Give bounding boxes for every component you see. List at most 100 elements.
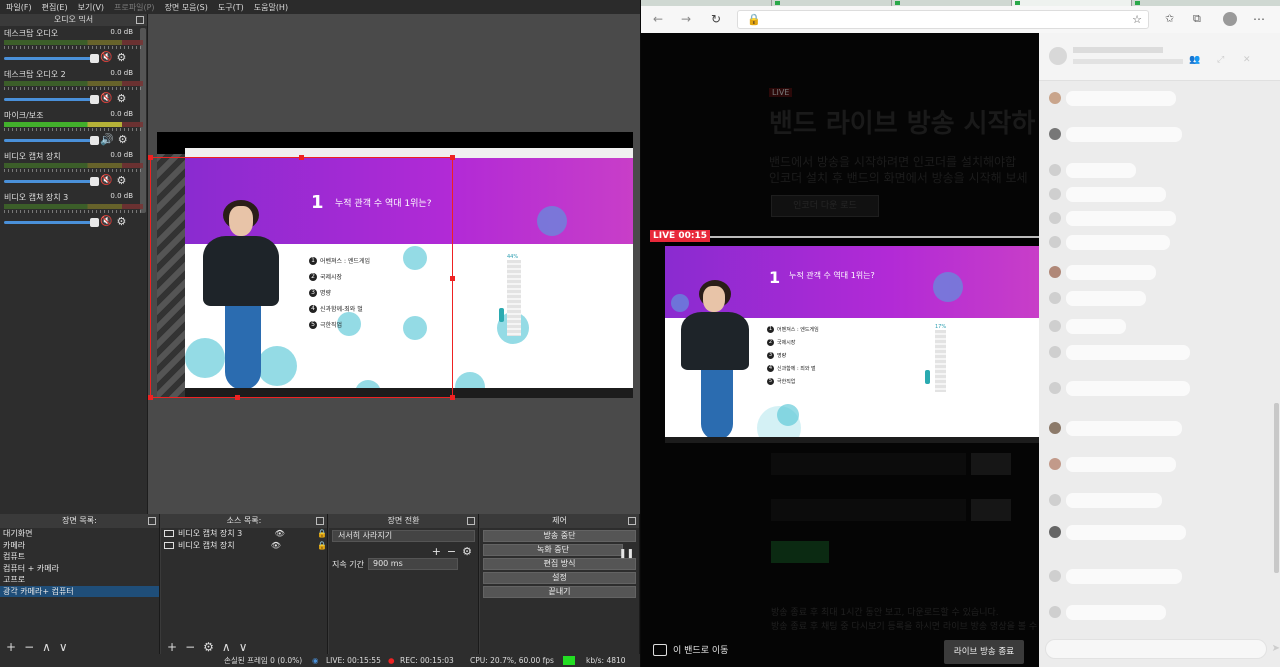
speaker-icon[interactable]: 🔊: [100, 134, 114, 145]
pause-icon[interactable]: ❚❚: [619, 549, 634, 559]
profile-avatar[interactable]: [1223, 12, 1237, 26]
settings-button[interactable]: 설정: [483, 572, 636, 584]
resize-handle[interactable]: [450, 395, 455, 400]
live-stream-video[interactable]: 1 누적 관객 수 역대 1위는? 1 어벤져스 : 엔드게임 2 국제시장 3 명량…: [665, 236, 1039, 443]
add-icon[interactable]: +: [167, 640, 177, 654]
scene-item-active[interactable]: 광각 카메라+ 컴퓨터: [0, 585, 159, 597]
back-icon[interactable]: ←: [653, 12, 663, 26]
float-dock-icon[interactable]: [467, 517, 475, 525]
chat-input[interactable]: ➤: [1045, 639, 1280, 659]
favorites-icon[interactable]: ✩: [1165, 12, 1174, 25]
slider-knob[interactable]: [90, 135, 99, 145]
collections-icon[interactable]: ⧉: [1193, 12, 1201, 26]
resize-handle[interactable]: [148, 155, 153, 160]
menu-view[interactable]: 보기(V): [78, 2, 104, 13]
visibility-eye-icon[interactable]: 👁: [271, 541, 281, 550]
copy-button[interactable]: [971, 453, 1011, 475]
float-dock-icon[interactable]: [136, 16, 144, 24]
scene-item[interactable]: 컴퓨터 + 카메라: [0, 563, 159, 575]
stop-streaming-button[interactable]: 방송 중단: [483, 530, 636, 542]
stream-key-field[interactable]: [771, 499, 966, 521]
resize-handle[interactable]: [299, 155, 304, 160]
slider-knob[interactable]: [90, 53, 99, 63]
address-bar[interactable]: 🔒 ☆: [737, 10, 1149, 29]
expand-icon[interactable]: ⤢: [1217, 55, 1224, 65]
slider-knob[interactable]: [90, 176, 99, 186]
more-menu-icon[interactable]: ⋯: [1253, 12, 1265, 26]
scene-item[interactable]: 카메라: [0, 540, 159, 552]
go-to-band-link[interactable]: 이 밴드로 이동: [653, 643, 728, 656]
favorite-star-icon[interactable]: ☆: [1132, 13, 1142, 26]
gear-icon[interactable]: ⚙: [116, 93, 126, 104]
favicon: [775, 1, 780, 5]
selection-box[interactable]: [148, 155, 455, 400]
avatar: [1049, 236, 1061, 248]
menu-edit[interactable]: 편집(E): [42, 2, 68, 13]
source-item[interactable]: 비디오 캡쳐 장치 3 👁 🔒: [161, 528, 327, 540]
remove-icon[interactable]: −: [24, 640, 34, 654]
volume-slider[interactable]: [4, 217, 99, 227]
gear-icon[interactable]: ⚙: [118, 134, 128, 145]
lock-icon[interactable]: 🔒: [317, 541, 327, 550]
lock-icon[interactable]: 🔒: [317, 529, 327, 538]
resize-handle[interactable]: [450, 276, 455, 281]
remove-icon[interactable]: −: [447, 545, 456, 558]
send-icon[interactable]: ➤: [1272, 643, 1280, 654]
menu-help[interactable]: 도움말(H): [254, 2, 288, 13]
visibility-eye-icon[interactable]: 👁: [275, 529, 285, 538]
slider-knob[interactable]: [90, 217, 99, 227]
menu-file[interactable]: 파일(F): [6, 2, 32, 13]
move-up-icon[interactable]: ∧: [42, 640, 51, 654]
float-dock-icon[interactable]: [148, 517, 156, 525]
gear-icon[interactable]: ⚙: [116, 216, 126, 227]
volume-slider[interactable]: [4, 135, 99, 145]
menu-profile[interactable]: 프로파일(P): [114, 2, 155, 13]
resize-handle[interactable]: [450, 155, 455, 160]
stream-url-field[interactable]: [771, 453, 966, 475]
confirm-button[interactable]: [771, 541, 829, 563]
users-icon[interactable]: 👥: [1189, 55, 1200, 65]
volume-slider[interactable]: [4, 176, 99, 186]
add-icon[interactable]: +: [6, 640, 16, 654]
transition-select[interactable]: 서서히 사라지기: [332, 530, 475, 542]
resize-handle[interactable]: [148, 395, 153, 400]
float-dock-icon[interactable]: [316, 517, 324, 525]
menu-tools[interactable]: 도구(T): [218, 2, 244, 13]
exit-button[interactable]: 끝내기: [483, 586, 636, 598]
forward-icon[interactable]: →: [681, 12, 691, 26]
add-icon[interactable]: +: [432, 545, 441, 558]
source-label: 비디오 캡쳐 장치 3: [178, 529, 243, 539]
scene-item[interactable]: 고프로: [0, 574, 159, 586]
float-dock-icon[interactable]: [628, 517, 636, 525]
scene-item[interactable]: 컴퓨트: [0, 551, 159, 563]
menu-scene-collection[interactable]: 장면 모음(S): [165, 2, 208, 13]
close-icon[interactable]: ✕: [1243, 55, 1251, 65]
slider-knob[interactable]: [90, 94, 99, 104]
duration-input[interactable]: 900 ms: [367, 558, 458, 570]
gear-icon[interactable]: ⚙: [116, 52, 126, 63]
source-item[interactable]: 비디오 캡쳐 장치 👁 🔒: [161, 540, 327, 552]
volume-slider[interactable]: [4, 94, 99, 104]
chat-scrollbar[interactable]: [1274, 403, 1279, 573]
muted-speaker-icon[interactable]: 🔇: [100, 53, 112, 63]
move-down-icon[interactable]: ∨: [239, 640, 248, 654]
encoder-download-button[interactable]: 인코더 다운 로드: [771, 195, 879, 217]
end-live-button[interactable]: 라이브 방송 종료: [944, 640, 1024, 664]
gear-icon[interactable]: ⚙: [116, 175, 126, 186]
muted-speaker-icon[interactable]: 🔇: [100, 94, 112, 104]
muted-speaker-icon[interactable]: 🔇: [100, 217, 112, 227]
gear-icon[interactable]: ⚙: [203, 640, 214, 654]
scene-item[interactable]: 대기화면: [0, 528, 159, 540]
copy-button[interactable]: [971, 499, 1011, 521]
resize-handle[interactable]: [235, 395, 240, 400]
muted-speaker-icon[interactable]: 🔇: [100, 176, 112, 186]
remove-icon[interactable]: −: [185, 640, 195, 654]
stop-recording-button[interactable]: 녹화 중단: [483, 544, 623, 556]
move-down-icon[interactable]: ∨: [59, 640, 68, 654]
studio-mode-button[interactable]: 편집 방식: [483, 558, 636, 570]
volume-slider[interactable]: [4, 53, 99, 63]
gear-icon[interactable]: ⚙: [462, 545, 472, 558]
refresh-icon[interactable]: ↻: [711, 12, 721, 26]
move-up-icon[interactable]: ∧: [222, 640, 231, 654]
browser-window: ← → ↻ 🔒 ☆ ✩ ⧉ ⋯ LIVE 밴드 라이브 방송 시작하 밴드에서 …: [640, 0, 1280, 667]
